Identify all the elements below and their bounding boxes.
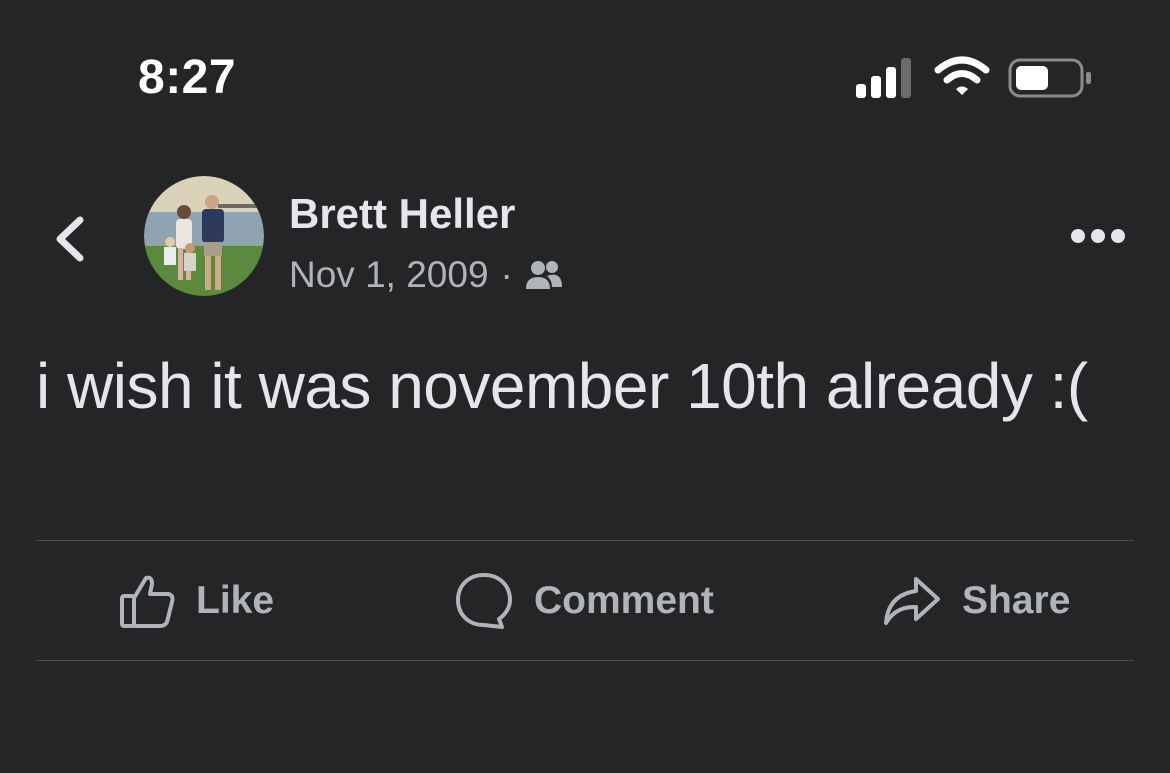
share-button[interactable]: Share bbox=[882, 541, 1070, 660]
divider bbox=[36, 660, 1134, 661]
post-meta: Nov 1, 2009 · bbox=[289, 254, 563, 296]
post-header: Brett Heller Nov 1, 2009 · bbox=[0, 170, 1170, 310]
friends-icon bbox=[525, 261, 562, 289]
meta-separator: · bbox=[500, 254, 513, 295]
battery-icon bbox=[1008, 58, 1091, 98]
post-date[interactable]: Nov 1, 2009 bbox=[289, 254, 489, 296]
share-label: Share bbox=[962, 578, 1071, 622]
status-time: 8:27 bbox=[138, 51, 237, 104]
post-text: i wish it was november 10th already :( bbox=[36, 350, 1088, 422]
comment-label: Comment bbox=[534, 578, 714, 622]
action-bar: Like Comment Share bbox=[36, 541, 1134, 660]
more-dots-icon[interactable] bbox=[1068, 224, 1128, 248]
wifi-icon bbox=[934, 56, 990, 95]
comment-button[interactable]: Comment bbox=[454, 541, 714, 660]
like-button[interactable]: Like bbox=[118, 541, 274, 660]
like-label: Like bbox=[196, 578, 275, 622]
cellular-signal-icon bbox=[856, 58, 911, 98]
avatar[interactable] bbox=[144, 176, 264, 296]
thumbs-up-icon bbox=[120, 575, 175, 628]
chevron-left-icon[interactable] bbox=[48, 212, 92, 266]
share-arrow-icon bbox=[884, 576, 940, 625]
status-bar: 8:27 bbox=[0, 0, 1170, 150]
comment-bubble-icon bbox=[456, 572, 512, 629]
author-name[interactable]: Brett Heller bbox=[289, 190, 515, 238]
